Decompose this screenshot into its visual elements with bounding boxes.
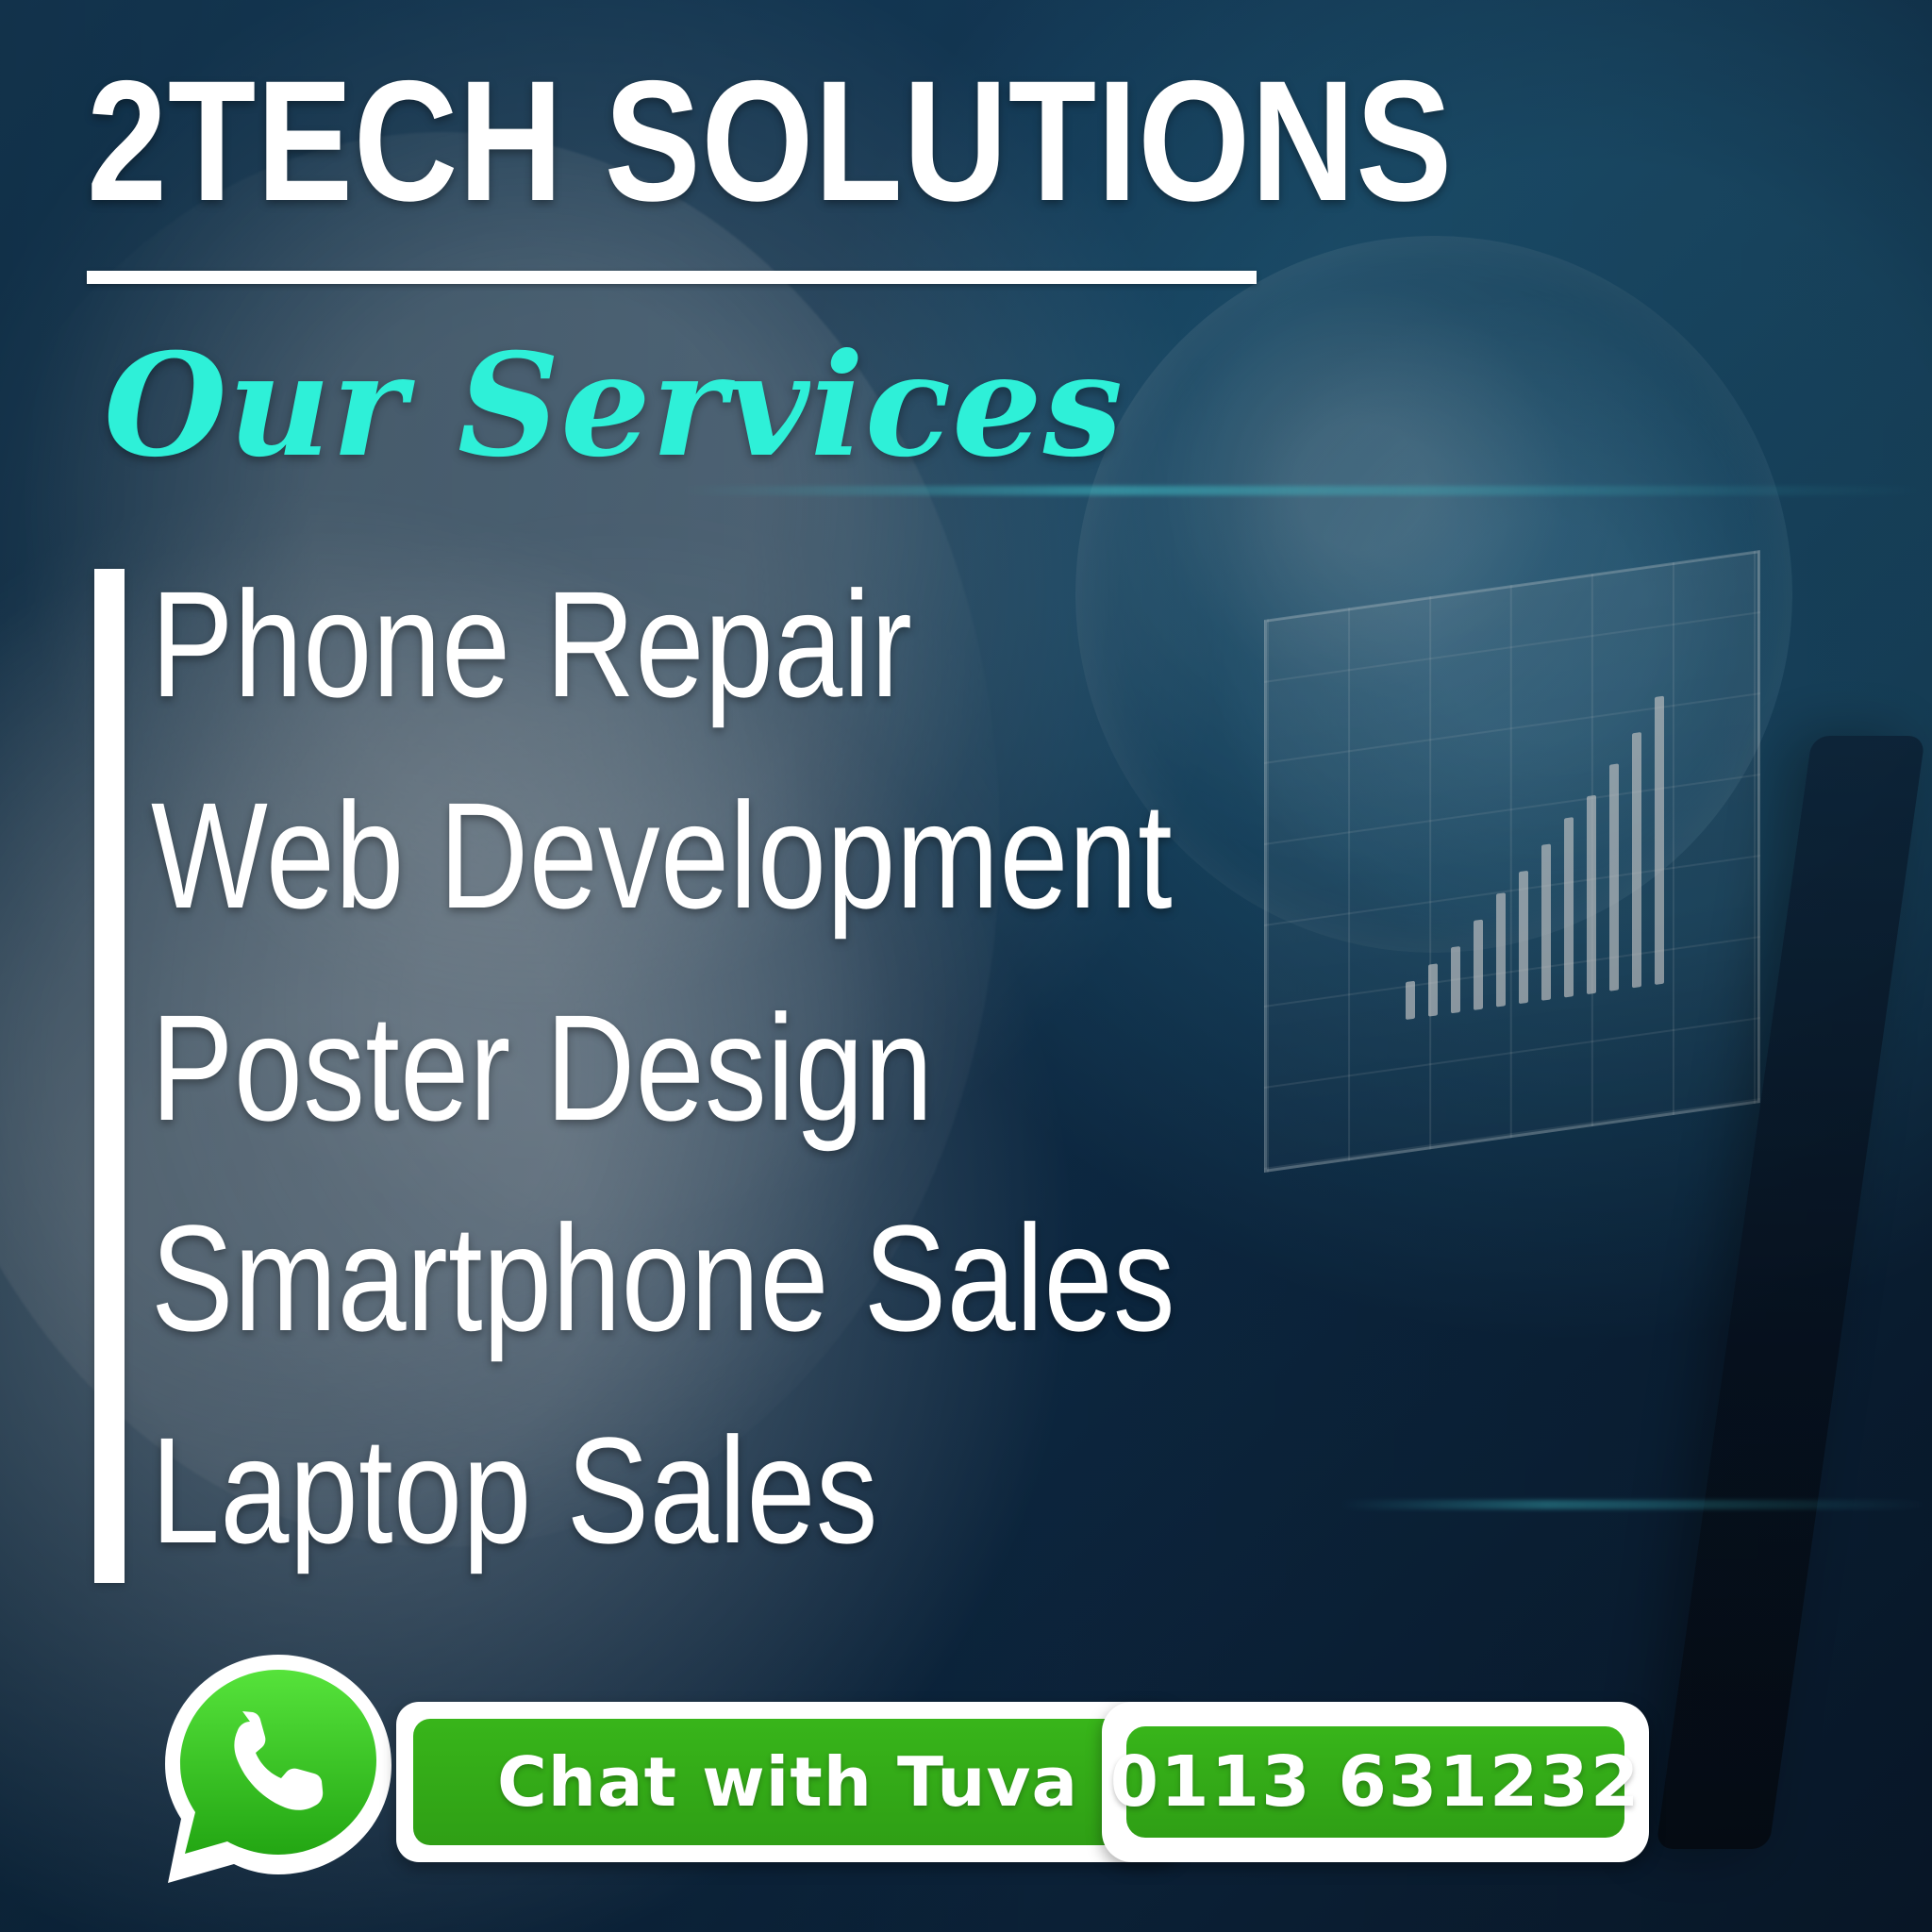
contact-bar: Chat with Tuva 0113 631232 <box>151 1641 1932 1906</box>
phone-button-inner[interactable]: 0113 631232 <box>1110 1726 1639 1838</box>
phone-number: 0113 631232 <box>1109 1741 1641 1823</box>
phone-number-button[interactable]: 0113 631232 <box>1102 1702 1649 1862</box>
services-list: Phone Repair Web Development Poster Desi… <box>151 561 1566 1618</box>
chat-whatsapp-button[interactable]: Chat with Tuva <box>396 1702 1179 1862</box>
chat-button-label: Chat with Tuva <box>496 1742 1079 1822</box>
chat-button-inner[interactable]: Chat with Tuva <box>413 1719 1162 1845</box>
service-item: Phone Repair <box>151 559 913 728</box>
title-underline <box>87 271 1257 284</box>
services-vertical-bar <box>94 569 125 1583</box>
whatsapp-icon[interactable] <box>151 1641 406 1896</box>
services-heading: Our Services <box>104 323 1124 489</box>
service-item: Laptop Sales <box>151 1406 878 1574</box>
company-title: 2TECH SOLUTIONS <box>87 44 1454 237</box>
service-item: Web Development <box>151 771 1174 940</box>
service-item: Poster Design <box>151 983 934 1152</box>
service-item: Smartphone Sales <box>151 1193 1175 1362</box>
